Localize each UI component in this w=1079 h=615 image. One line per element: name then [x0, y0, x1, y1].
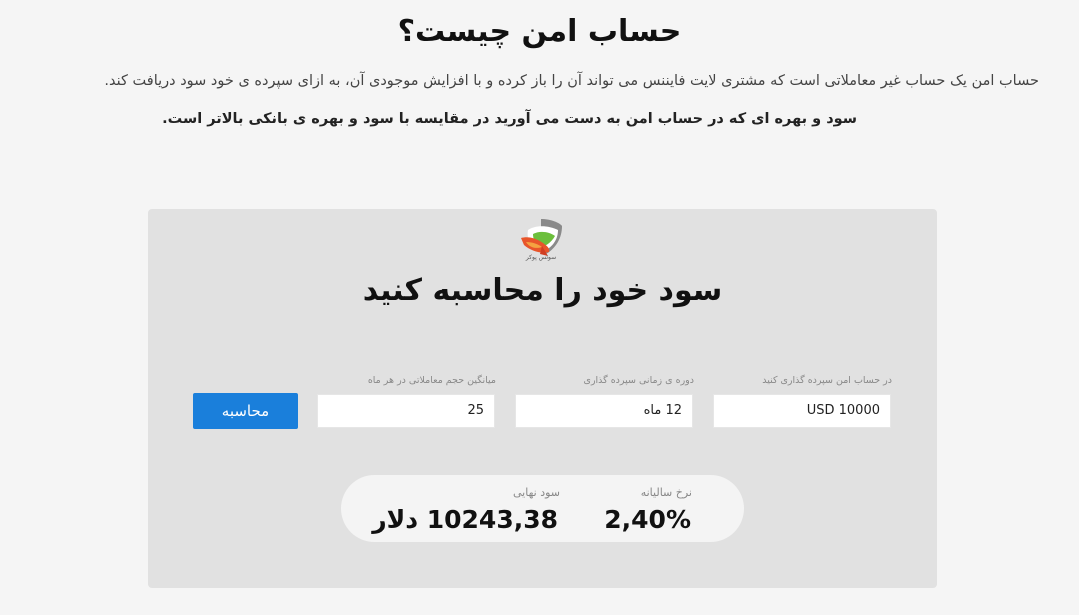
intro-description: حساب امن یک حساب غیر معاملاتی است که مشت…	[104, 73, 1039, 89]
result-panel: نرخ سالیانه 2,40% سود نهایی 10243,38 دلا…	[341, 475, 744, 542]
calculate-button[interactable]: محاسبه	[193, 393, 298, 429]
annual-rate-value: 2,40%	[604, 505, 691, 534]
calculator-title: سود خود را محاسبه کنید	[362, 273, 723, 308]
trading-volume-label: میانگین حجم معاملاتی در هر ماه	[367, 375, 496, 386]
deposit-period-input[interactable]: 12 ماه	[515, 394, 693, 428]
final-profit-label: سود نهایی	[512, 486, 560, 499]
deposit-amount-label: در حساب امن سپرده گذاری کنید	[762, 375, 892, 386]
annual-rate-label: نرخ سالیانه	[640, 486, 692, 499]
deposit-amount-input[interactable]: 10000 USD	[713, 394, 891, 428]
trading-volume-input[interactable]: 25	[317, 394, 495, 428]
deposit-period-label: دوره ی زمانی سپرده گذاری	[583, 375, 694, 386]
calculator-card: سوئس پوکر سود خود را محاسبه کنید در حساب…	[148, 209, 937, 588]
intro-highlight: سود و بهره ای که در حساب امن به دست می آ…	[162, 111, 857, 127]
page-title: حساب امن چیست؟	[397, 14, 682, 49]
final-profit-value: 10243,38 دلار	[372, 505, 558, 534]
logo-caption: سوئس پوکر	[525, 254, 557, 261]
